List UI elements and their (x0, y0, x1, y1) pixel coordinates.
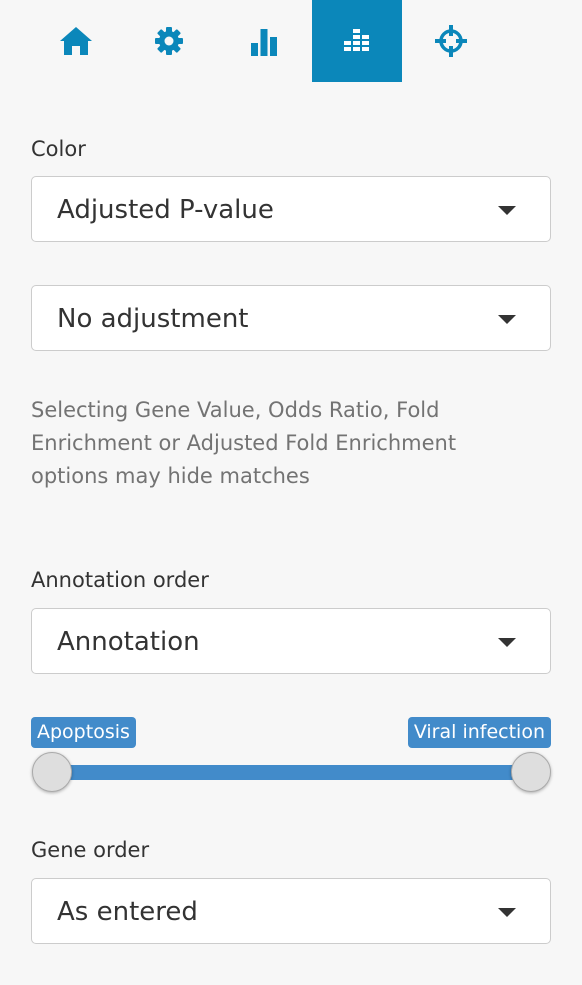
gene-order-select[interactable]: As entered (31, 878, 551, 944)
bar-chart-icon (251, 29, 277, 56)
caret-down-icon (498, 908, 516, 917)
tab-crosshair[interactable] (406, 0, 496, 82)
color-adjustment-select[interactable]: No adjustment (31, 285, 551, 351)
annotation-order-value: Annotation (57, 627, 200, 657)
gear-icon (155, 27, 183, 55)
slider-to-handle[interactable] (511, 752, 551, 792)
heatmap-icon (344, 29, 369, 51)
caret-down-icon (498, 315, 516, 324)
caret-down-icon (498, 206, 516, 215)
annotation-order-label: Annotation order (31, 568, 209, 592)
home-icon (60, 27, 92, 55)
tab-home[interactable] (31, 0, 121, 82)
annotation-order-select[interactable]: Annotation (31, 608, 551, 674)
slider-from-label: Apoptosis (31, 717, 136, 748)
slider-track[interactable] (52, 765, 531, 780)
slider-to-label: Viral infection (407, 717, 551, 748)
color-metric-value: Adjusted P-value (57, 195, 274, 225)
color-metric-select[interactable]: Adjusted P-value (31, 176, 551, 242)
color-label: Color (31, 137, 86, 161)
color-help-text: Selecting Gene Value, Odds Ratio, Fold E… (31, 398, 457, 488)
slider-from-handle[interactable] (32, 752, 72, 792)
color-adjustment-value: No adjustment (57, 304, 249, 334)
tab-bar (0, 0, 582, 82)
tab-heatmap[interactable] (312, 0, 402, 82)
gene-order-value: As entered (57, 897, 198, 927)
tab-bar-chart[interactable] (219, 0, 309, 82)
tab-settings[interactable] (124, 0, 214, 82)
caret-down-icon (498, 638, 516, 647)
gene-order-label: Gene order (31, 838, 150, 862)
crosshair-icon (435, 25, 467, 57)
